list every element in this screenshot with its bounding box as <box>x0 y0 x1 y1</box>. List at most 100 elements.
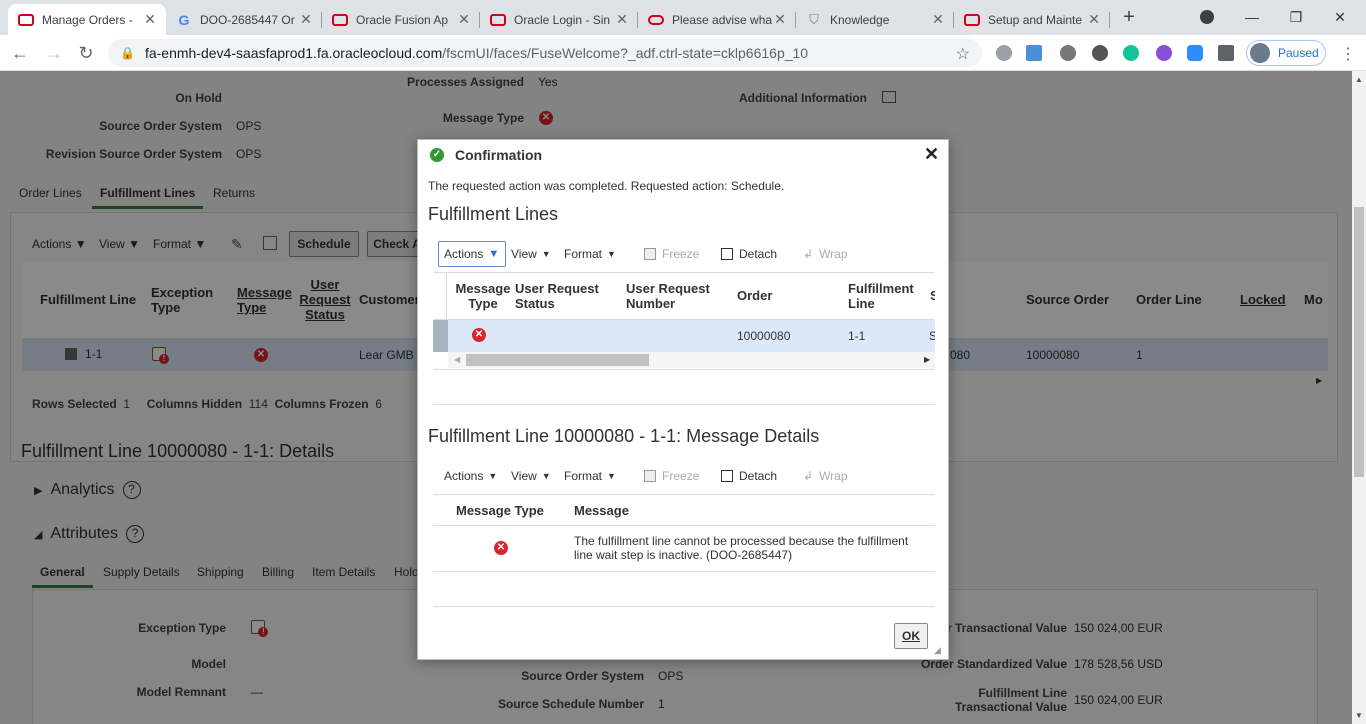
caret-down-icon: ▼ <box>607 471 616 481</box>
grid-horizontal-scrollbar[interactable]: ◀ ▶ <box>448 352 935 368</box>
fulfillment-lines-heading: Fulfillment Lines <box>428 204 559 224</box>
window-close-icon[interactable]: ✕ <box>1320 6 1360 28</box>
close-icon[interactable]: ✕ <box>456 11 472 28</box>
tab-title: Oracle Fusion Ap <box>356 12 449 27</box>
scroll-right-icon[interactable]: ▶ <box>924 355 930 364</box>
tab-title: Manage Orders - <box>42 12 133 27</box>
profile-button[interactable]: Paused <box>1246 40 1326 66</box>
forward-arrow-icon[interactable]: → <box>42 41 66 65</box>
browser-tab-setup[interactable]: Setup and Mainte ✕ <box>954 4 1110 35</box>
dialog-column-partial[interactable]: S <box>930 288 935 303</box>
close-icon[interactable]: ✕ <box>772 11 788 28</box>
browser-tab-oracle-fusion[interactable]: Oracle Fusion Ap ✕ <box>322 4 480 35</box>
browser-tab-manage-orders[interactable]: Manage Orders - ✕ <box>8 4 166 35</box>
ok-button[interactable]: OK <box>894 623 928 649</box>
browser-tab-doo[interactable]: G DOO-2685447 Or ✕ <box>166 4 322 35</box>
extension-icon[interactable] <box>1026 45 1042 61</box>
oracle-icon <box>490 12 506 28</box>
dialog-column-user-request-number[interactable]: User Request Number <box>626 281 726 311</box>
caret-down-icon: ▼ <box>541 249 551 259</box>
dialog-close-icon[interactable]: ✕ <box>924 144 939 165</box>
message-line-1: The fulfillment line cannot be processed… <box>574 534 909 548</box>
dialog-actions-menu-2[interactable]: Actions ▼ <box>444 469 497 483</box>
tab-search-icon[interactable] <box>1200 10 1214 24</box>
oracle-icon <box>18 12 34 28</box>
scroll-down-icon[interactable]: ▼ <box>1355 711 1363 720</box>
dialog-message: The requested action was completed. Requ… <box>428 179 785 193</box>
dialog-detach-button-2[interactable]: Detach <box>721 469 777 483</box>
scroll-up-icon[interactable]: ▲ <box>1355 75 1363 84</box>
detach-label: Detach <box>739 469 778 483</box>
dialog-column-fulfillment-line[interactable]: Fulfillment Line <box>848 281 928 311</box>
grid-bottom-border <box>433 369 935 370</box>
new-tab-button[interactable]: + <box>1118 6 1140 28</box>
page-scrollbar[interactable]: ▲ ▼ <box>1352 71 1366 724</box>
success-check-icon: ✓ <box>430 148 444 162</box>
dialog-actions-menu[interactable]: Actions ▼ <box>438 241 506 267</box>
url-bar[interactable]: 🔒 fa-enmh-dev4-saasfaprod1.fa.oracleoclo… <box>108 39 982 67</box>
scrollbar-thumb[interactable] <box>466 354 649 366</box>
menu-dots-icon[interactable]: ⋮ <box>1340 44 1356 64</box>
grid-header-border <box>433 525 935 526</box>
dialog-view-menu[interactable]: View ▼ <box>511 247 551 261</box>
dialog-column-message-type[interactable]: Message Type <box>454 281 512 311</box>
dialog-title: Confirmation <box>455 147 543 163</box>
dialog-column-order[interactable]: Order <box>737 288 772 303</box>
address-bar-row: ← → ↻ 🔒 fa-enmh-dev4-saasfaprod1.fa.orac… <box>0 35 1366 71</box>
star-icon[interactable]: ☆ <box>956 44 970 64</box>
browser-tab-bar: Manage Orders - ✕ G DOO-2685447 Or ✕ Ora… <box>0 0 1366 35</box>
lock-icon: 🔒 <box>120 46 135 60</box>
puzzle-icon[interactable] <box>1218 45 1234 61</box>
scroll-left-icon[interactable]: ◀ <box>454 355 460 364</box>
dialog-detach-button[interactable]: Detach <box>721 247 777 261</box>
error-icon: ✕ <box>494 541 508 555</box>
close-icon[interactable]: ✕ <box>614 11 630 28</box>
caret-down-icon: ▼ <box>488 248 500 260</box>
minimize-icon[interactable]: — <box>1232 6 1272 28</box>
extension-icon[interactable] <box>996 45 1012 61</box>
extension-icon[interactable] <box>1092 45 1108 61</box>
reload-icon[interactable]: ↻ <box>74 41 98 65</box>
dialog-wrap-button-2[interactable]: ↲ Wrap <box>803 469 848 483</box>
wrap-icon: ↲ <box>803 247 814 261</box>
browser-tab-knowledge[interactable]: ⛉ Knowledge ✕ <box>796 4 954 35</box>
resize-handle-icon[interactable]: ◢ <box>934 645 941 656</box>
google-icon: G <box>178 11 190 28</box>
dialog-column-user-request-status[interactable]: User Request Status <box>515 281 615 311</box>
format-label: Format <box>564 247 603 261</box>
close-icon[interactable]: ✕ <box>1086 11 1102 28</box>
dialog-wrap-button[interactable]: ↲ Wrap <box>803 247 848 261</box>
dialog-freeze-button[interactable]: Freeze <box>644 247 699 261</box>
browser-tab-oracle-login[interactable]: Oracle Login - Sin ✕ <box>480 4 638 35</box>
extension-icon[interactable] <box>1156 45 1172 61</box>
freeze-label: Freeze <box>662 469 700 483</box>
dialog-format-menu[interactable]: Format ▼ <box>564 247 616 261</box>
dialog-format-menu-2[interactable]: Format ▼ <box>564 469 616 483</box>
restore-icon[interactable]: ❐ <box>1276 6 1316 28</box>
zoom-icon[interactable] <box>1187 45 1203 61</box>
grammarly-icon[interactable] <box>1123 45 1139 61</box>
dialog-view-menu-2[interactable]: View ▼ <box>511 469 551 483</box>
dialog-freeze-button-2[interactable]: Freeze <box>644 469 699 483</box>
dialog-column-message[interactable]: Message <box>574 503 629 518</box>
scrollbar-thumb[interactable] <box>1354 207 1364 477</box>
message-line-2: line wait step is inactive. (DOO-2685447… <box>574 548 793 562</box>
wrap-label: Wrap <box>819 247 848 261</box>
wrap-label: Wrap <box>819 469 848 483</box>
grid-top-border <box>433 494 935 495</box>
actions-label: Actions <box>444 247 484 261</box>
tab-title: DOO-2685447 Or <box>200 12 295 27</box>
close-icon[interactable]: ✕ <box>142 11 158 28</box>
dialog-column-message-type-2[interactable]: Message Type <box>456 503 544 518</box>
close-icon[interactable]: ✕ <box>298 11 314 28</box>
section-divider <box>433 404 935 405</box>
back-arrow-icon[interactable]: ← <box>8 41 32 65</box>
detach-label: Detach <box>739 247 778 261</box>
format-label: Format <box>564 469 603 483</box>
row-selector[interactable] <box>433 320 448 352</box>
extension-icon[interactable] <box>1060 45 1076 61</box>
browser-tab-please-advise[interactable]: Please advise wha ✕ <box>638 4 796 35</box>
caret-down-icon: ▼ <box>541 471 551 481</box>
close-icon[interactable]: ✕ <box>930 11 946 28</box>
error-icon[interactable]: ✕ <box>472 328 486 342</box>
